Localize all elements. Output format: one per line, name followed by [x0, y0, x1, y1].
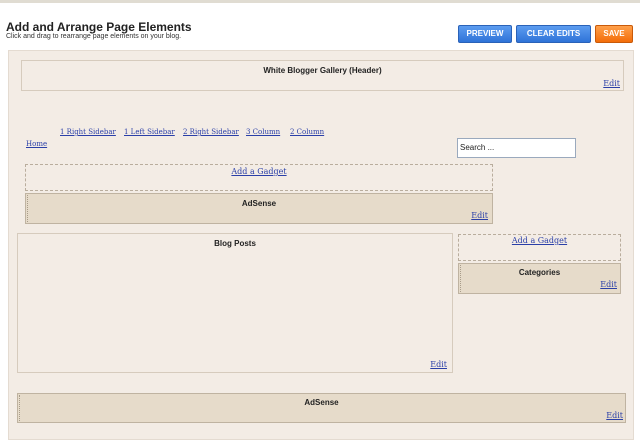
adsense-top-edit-link[interactable]: Edit [471, 211, 488, 220]
clear-edits-button[interactable]: CLEAR EDITS [516, 25, 591, 43]
nav-link-2-column[interactable]: 2 Column [290, 128, 324, 136]
adsense-widget-footer[interactable]: AdSense Edit [17, 393, 626, 423]
blog-posts-edit-link[interactable]: Edit [430, 360, 447, 369]
adsense-footer-title: AdSense [304, 398, 339, 407]
save-button[interactable]: SAVE [595, 25, 633, 43]
adsense-top-title: AdSense [241, 199, 277, 208]
blog-posts-title: Blog Posts [214, 239, 256, 248]
adsense-widget-top[interactable]: AdSense Edit [25, 193, 493, 224]
header-widget-title: White Blogger Gallery (Header) [263, 66, 382, 75]
blog-posts-widget[interactable]: Blog Posts Edit [17, 233, 453, 373]
page-title: Add and Arrange Page Elements [6, 20, 192, 34]
nav-link-1-left-sidebar[interactable]: 1 Left Sidebar [124, 128, 175, 136]
search-input[interactable]: Search ... [457, 138, 576, 158]
page-subtitle: Click and drag to rearrange page element… [6, 33, 182, 40]
add-gadget-sidebar-label[interactable]: Add a Gadget [512, 236, 567, 245]
top-divider [0, 0, 640, 3]
nav-link-home[interactable]: Home [26, 140, 47, 148]
header-edit-link[interactable]: Edit [603, 79, 620, 88]
nav-link-1-right-sidebar[interactable]: 1 Right Sidebar [60, 128, 116, 136]
add-gadget-top[interactable]: Add a Gadget [25, 164, 493, 191]
categories-title: Categories [518, 268, 561, 277]
categories-widget[interactable]: Categories Edit [458, 263, 621, 294]
header-widget[interactable]: White Blogger Gallery (Header) Edit [21, 60, 624, 91]
add-gadget-top-label[interactable]: Add a Gadget [231, 167, 286, 176]
adsense-footer-edit-link[interactable]: Edit [606, 411, 623, 420]
preview-button[interactable]: PREVIEW [458, 25, 512, 43]
nav-link-2-right-sidebar[interactable]: 2 Right Sidebar [183, 128, 239, 136]
add-gadget-sidebar[interactable]: Add a Gadget [458, 234, 621, 261]
nav-link-3-column[interactable]: 3 Column [246, 128, 280, 136]
categories-edit-link[interactable]: Edit [600, 280, 617, 289]
